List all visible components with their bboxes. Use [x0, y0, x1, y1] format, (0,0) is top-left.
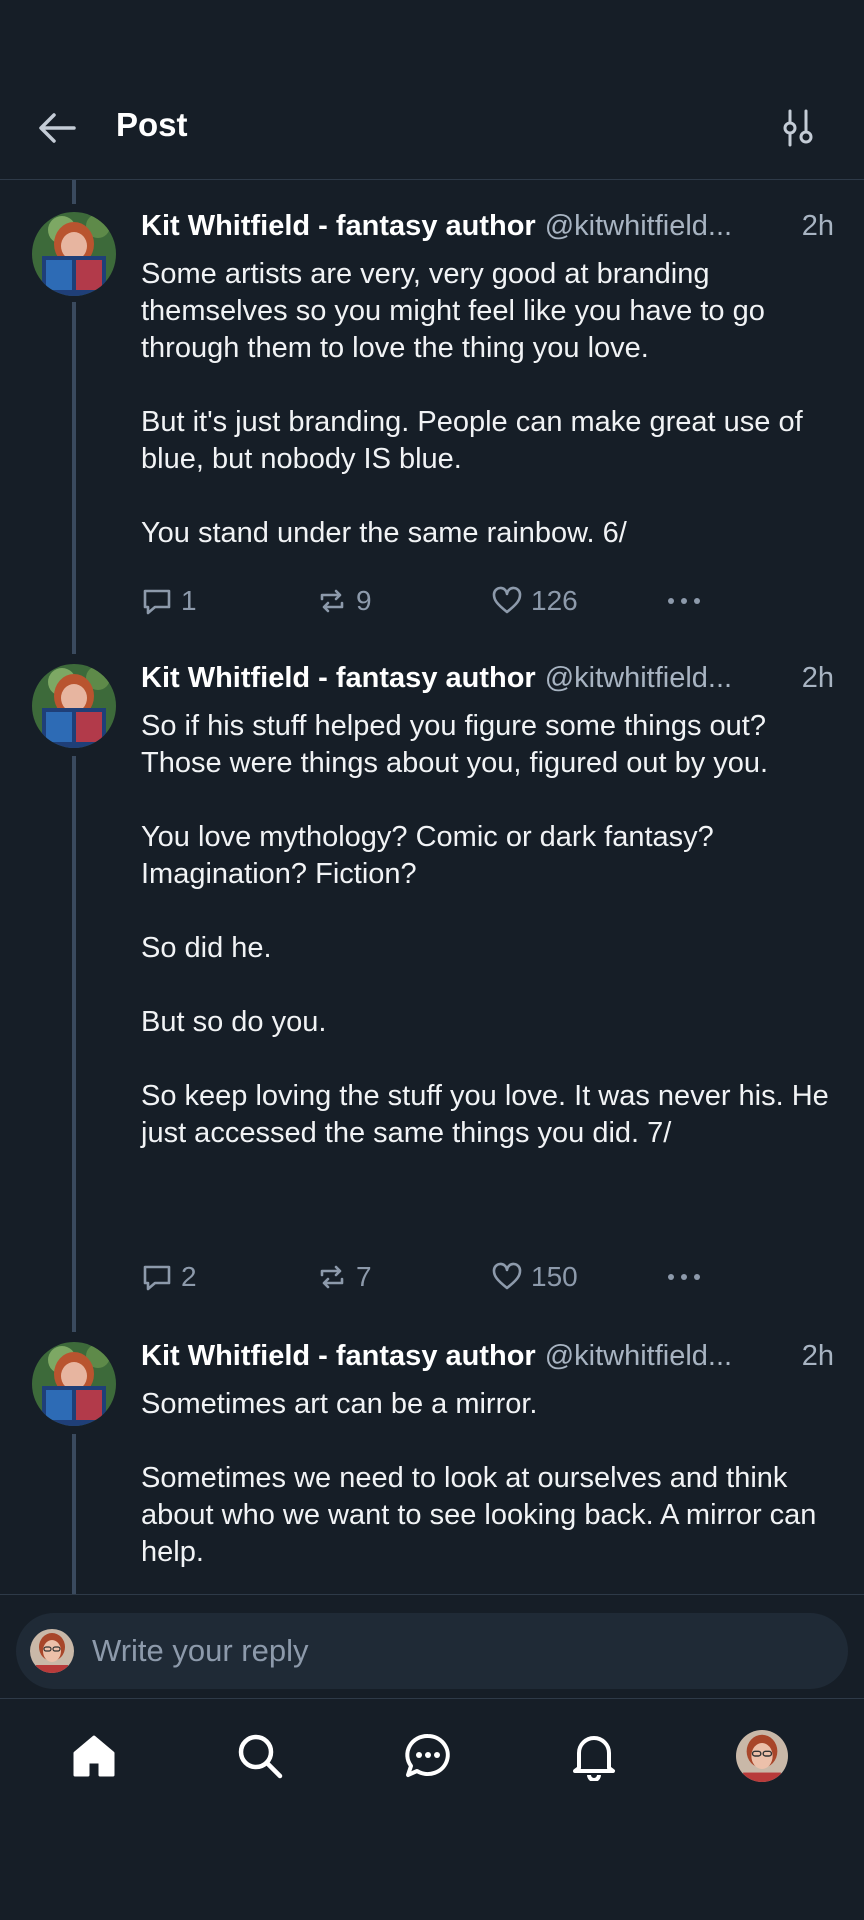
- nav-search[interactable]: [230, 1726, 290, 1786]
- author-handle[interactable]: @kitwhitfield...: [545, 210, 796, 250]
- author-name[interactable]: Kit Whitfield - fantasy author: [141, 210, 536, 250]
- ellipsis-icon: [668, 598, 700, 604]
- comment-icon: [143, 589, 171, 615]
- nav-profile[interactable]: [732, 1726, 792, 1786]
- post-paragraph: So keep loving the stuff you love. It wa…: [141, 1080, 829, 1149]
- post-actions: 1 9 126: [141, 581, 701, 621]
- sliders-icon: [783, 109, 813, 147]
- thread-settings-button[interactable]: [778, 108, 818, 148]
- heart-icon: [492, 586, 522, 614]
- user-avatar: [30, 1629, 74, 1673]
- thread-line: [72, 1434, 76, 1594]
- reply-count: 1: [181, 585, 197, 616]
- author-avatar[interactable]: [32, 1342, 116, 1426]
- like-button[interactable]: 150: [491, 1257, 578, 1297]
- reply-count: 2: [181, 1261, 197, 1292]
- ellipsis-icon: [668, 1274, 700, 1280]
- author-name[interactable]: Kit Whitfield - fantasy author: [141, 1340, 536, 1380]
- author-name[interactable]: Kit Whitfield - fantasy author: [141, 662, 536, 702]
- post-paragraph: But so do you.: [141, 1006, 327, 1038]
- page-title: Post: [116, 106, 188, 143]
- arrow-left-icon: [39, 113, 76, 143]
- post-actions: 2 7 150: [141, 1257, 701, 1297]
- home-icon: [73, 1735, 115, 1777]
- bell-icon: [573, 1736, 615, 1781]
- reply-button[interactable]: 2: [141, 1257, 197, 1297]
- post-paragraph: You stand under the same rainbow. 6/: [141, 517, 627, 549]
- reply-composer: Write your reply: [0, 1594, 864, 1699]
- post-paragraph: So if his stuff helped you figure some t…: [141, 710, 769, 779]
- top-bar: Post: [0, 0, 864, 180]
- thread-line: [72, 302, 76, 654]
- nav-notifications[interactable]: [564, 1726, 624, 1786]
- post-text: Some artists are very, very good at bran…: [141, 256, 841, 552]
- author-avatar[interactable]: [32, 664, 116, 748]
- reply-button[interactable]: 1: [141, 581, 197, 621]
- repost-icon: [320, 1265, 344, 1289]
- post-text: Sometimes art can be a mirror. Sometimes…: [141, 1386, 841, 1571]
- more-options-button[interactable]: [666, 581, 710, 621]
- comment-icon: [143, 1265, 171, 1291]
- like-count: 150: [531, 1261, 578, 1292]
- repost-count: 7: [356, 1261, 372, 1292]
- thread-line: [72, 180, 76, 204]
- like-button[interactable]: 126: [491, 581, 578, 621]
- author-avatar[interactable]: [32, 212, 116, 296]
- nav-home[interactable]: [64, 1726, 124, 1786]
- post-item[interactable]: Kit Whitfield - fantasy author @kitwhitf…: [0, 1336, 864, 1594]
- repost-button[interactable]: 9: [316, 581, 372, 621]
- like-count: 126: [531, 585, 578, 616]
- profile-avatar: [736, 1730, 788, 1782]
- post-paragraph: You love mythology? Comic or dark fantas…: [141, 821, 714, 890]
- post-paragraph: So did he.: [141, 932, 272, 964]
- post-time: 2h: [801, 210, 834, 242]
- back-button[interactable]: [36, 108, 86, 148]
- post-paragraph: But it's just branding. People can make …: [141, 406, 803, 475]
- chat-icon: [405, 1733, 450, 1777]
- post-paragraph: Sometimes we need to look at ourselves a…: [141, 1462, 817, 1568]
- post-item[interactable]: Kit Whitfield - fantasy author @kitwhitf…: [0, 658, 864, 1332]
- search-icon: [238, 1734, 283, 1779]
- thread-line: [72, 756, 76, 1332]
- heart-icon: [492, 1262, 522, 1290]
- nav-chat[interactable]: [398, 1726, 458, 1786]
- repost-count: 9: [356, 585, 372, 616]
- post-item[interactable]: Kit Whitfield - fantasy author @kitwhitf…: [0, 204, 864, 654]
- repost-icon: [320, 589, 344, 613]
- more-options-button[interactable]: [666, 1257, 710, 1297]
- post-time: 2h: [801, 1340, 834, 1372]
- author-handle[interactable]: @kitwhitfield...: [545, 662, 796, 702]
- reply-placeholder: Write your reply: [92, 1633, 309, 1668]
- reply-input[interactable]: Write your reply: [16, 1613, 848, 1689]
- author-handle[interactable]: @kitwhitfield...: [545, 1340, 796, 1380]
- post-paragraph: Sometimes art can be a mirror.: [141, 1388, 538, 1420]
- bottom-navigation: [0, 1700, 864, 1820]
- post-time: 2h: [801, 662, 834, 694]
- post-paragraph: Some artists are very, very good at bran…: [141, 258, 765, 364]
- repost-button[interactable]: 7: [316, 1257, 372, 1297]
- post-text: So if his stuff helped you figure some t…: [141, 708, 841, 1152]
